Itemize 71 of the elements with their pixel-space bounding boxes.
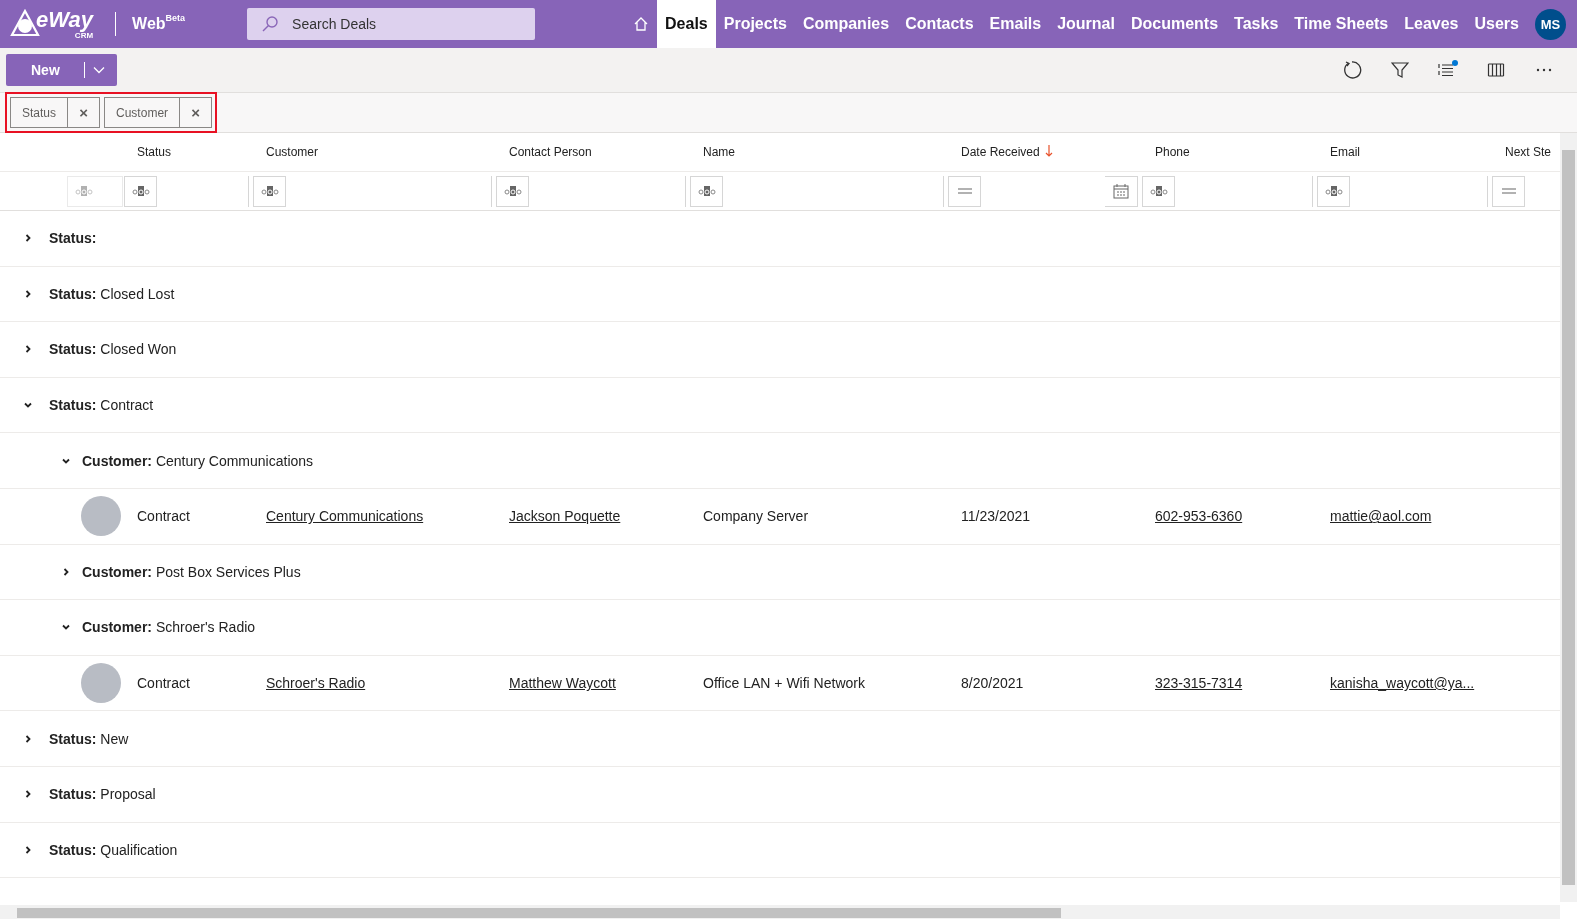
nav-tab[interactable]: Deals xyxy=(657,0,716,48)
nav-tab[interactable]: Companies xyxy=(794,0,898,48)
filter-field[interactable] xyxy=(496,175,686,207)
nav-tab[interactable]: Journal xyxy=(1049,0,1123,48)
contact-link[interactable]: Matthew Waycott xyxy=(509,675,616,692)
filter-field[interactable] xyxy=(124,175,249,207)
filter-field[interactable] xyxy=(253,175,492,207)
group-header[interactable]: Customer: Post Box Services Plus xyxy=(82,563,301,580)
nav-tab[interactable]: Documents xyxy=(1122,0,1227,48)
chip-label: Customer xyxy=(105,98,181,127)
email-link[interactable]: mattie@aol.com xyxy=(1330,508,1432,525)
product-name: Web xyxy=(132,15,166,33)
nav-tab[interactable]: Users xyxy=(1466,0,1527,48)
chip-label: Status xyxy=(11,98,69,127)
group-header[interactable]: Status: Closed Lost xyxy=(49,285,175,302)
table-cell-text: Company Server xyxy=(702,508,810,525)
table-cell-text: 11/23/2021 xyxy=(960,508,1032,525)
group-header[interactable]: Customer: Century Communications xyxy=(82,452,314,469)
nav-tab[interactable]: Leaves xyxy=(1396,0,1467,48)
nav-tab[interactable]: Contacts xyxy=(897,0,982,48)
group-header[interactable]: Status: Contract xyxy=(49,397,154,414)
horizontal-scrollbar[interactable] xyxy=(0,905,1560,919)
filter-field[interactable] xyxy=(1317,175,1488,207)
nav-tab[interactable]: Emails xyxy=(981,0,1050,48)
caret-icon xyxy=(92,66,105,74)
beta-label: Beta xyxy=(165,13,186,23)
column-header[interactable]: Next Ste xyxy=(1492,145,1560,159)
email-link[interactable]: kanisha_waycott@ya... xyxy=(1330,675,1475,692)
table-cell-text: Contract xyxy=(136,508,191,525)
filter-field[interactable] xyxy=(67,175,123,207)
new-button[interactable]: New xyxy=(6,54,117,86)
group-chip[interactable]: Customer × xyxy=(104,97,213,128)
phone-link[interactable]: 602-953-6360 xyxy=(1155,508,1243,525)
group-header[interactable]: Status: Closed Won xyxy=(49,341,177,358)
logo-subtext: CRM xyxy=(74,31,94,40)
user-avatar[interactable]: MS xyxy=(1535,8,1566,40)
customer-link[interactable]: Century Communications xyxy=(266,508,424,525)
group-header[interactable]: Customer: Schroer's Radio xyxy=(82,619,256,636)
filter-field[interactable] xyxy=(1142,175,1313,207)
vertical-scrollbar[interactable] xyxy=(1560,133,1577,902)
column-header[interactable]: Status xyxy=(124,145,253,159)
search-field[interactable]: Search Deals xyxy=(247,8,536,40)
nav-tab[interactable]: Time Sheets xyxy=(1286,0,1397,48)
phone-link[interactable]: 323-315-7314 xyxy=(1155,675,1243,692)
logo-text: eWay xyxy=(36,8,94,31)
table-cell-text: Office LAN + Wifi Network xyxy=(702,675,866,692)
column-header[interactable]: Email xyxy=(1317,145,1492,159)
nav-tab[interactable]: Projects xyxy=(715,0,795,48)
nav-tab[interactable]: Tasks xyxy=(1226,0,1287,48)
group-header[interactable]: Status: Qualification xyxy=(49,841,178,858)
table-cell-text: Contract xyxy=(136,675,191,692)
search-icon xyxy=(261,15,280,33)
contact-link[interactable]: Jackson Poquette xyxy=(509,508,621,525)
remove-button[interactable]: × xyxy=(180,98,212,127)
customer-link[interactable]: Schroer's Radio xyxy=(266,675,366,692)
column-header[interactable]: Date Received xyxy=(948,145,1142,159)
column-header[interactable]: Name xyxy=(690,145,948,159)
column-header[interactable]: Contact Person xyxy=(496,145,690,159)
column-header[interactable]: Customer xyxy=(253,145,496,159)
calendar-icon[interactable] xyxy=(1113,183,1129,199)
group-header[interactable]: Status: Proposal xyxy=(49,786,156,803)
photo-placeholder xyxy=(81,663,121,704)
table-cell-text: 8/20/2021 xyxy=(960,675,1025,692)
remove-button[interactable]: × xyxy=(68,98,100,127)
group-header[interactable]: Status: New xyxy=(49,730,129,747)
group-header[interactable]: Status: xyxy=(49,230,97,247)
filter-field[interactable] xyxy=(690,175,944,207)
column-header[interactable]: Phone xyxy=(1142,145,1317,159)
filter-field[interactable] xyxy=(948,175,1138,207)
photo-placeholder xyxy=(81,496,121,537)
group-chip[interactable]: Status × xyxy=(10,97,101,128)
